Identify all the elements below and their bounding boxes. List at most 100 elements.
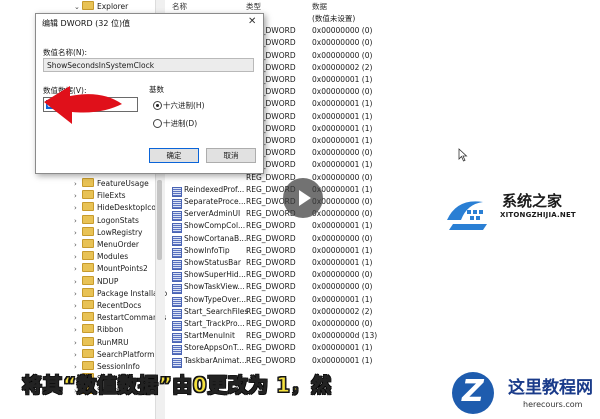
row-data: 0x00000001 (1) — [312, 160, 373, 170]
tree-item-explorer[interactable]: ⌄ Explorer — [74, 1, 128, 13]
chevron-down-icon[interactable]: ⌄ — [74, 1, 80, 13]
chevron-right-icon[interactable]: › — [74, 215, 80, 227]
tree-item-label: FileExts — [97, 191, 126, 201]
row-name: ReindexedProf... — [184, 184, 245, 194]
folder-icon — [82, 300, 94, 309]
table-row[interactable]: Start_TrackPro... REG_DWORD 0x00000000 (0) — [172, 318, 372, 331]
chevron-right-icon[interactable]: › — [74, 251, 80, 263]
tree-item[interactable]: › MountPoints2 — [74, 263, 148, 275]
chevron-right-icon[interactable]: › — [74, 324, 80, 336]
play-button-icon[interactable] — [283, 178, 323, 218]
chevron-right-icon[interactable]: › — [74, 300, 80, 312]
table-row[interactable]: ShowStatusBar REG_DWORD 0x00000001 (1) — [172, 257, 372, 270]
hex-label: 十六进制(H) — [163, 101, 205, 110]
tree-item[interactable]: › RestartCommands — [74, 312, 166, 324]
tree-item[interactable]: › FileExts — [74, 190, 126, 202]
header-name[interactable]: 名称 — [172, 1, 187, 12]
row-name: ShowTypeOver... — [184, 294, 246, 304]
table-row[interactable]: ServerAdminUI REG_DWORD 0x00000000 (0) — [172, 208, 372, 222]
folder-icon — [82, 178, 94, 187]
row-type: REG_DWORD — [246, 294, 296, 304]
chevron-right-icon[interactable]: › — [74, 263, 80, 275]
chevron-right-icon[interactable]: › — [74, 227, 80, 239]
row-data: 0x0000000d (13) — [312, 331, 378, 341]
table-row[interactable]: ShowTaskView... REG_DWORD 0x00000000 (0) — [172, 281, 372, 295]
folder-icon — [82, 348, 94, 358]
row-data: 0x00000000 (0) — [312, 319, 373, 328]
folder-icon — [82, 202, 94, 212]
row-name: StoreAppsOnT... — [184, 343, 244, 353]
row-data: 0x00000001 (1) — [312, 111, 373, 121]
value-name-field[interactable]: ShowSecondsInSystemClock — [43, 58, 254, 72]
row-type: REG_DWORD — [246, 270, 296, 280]
row-data: 0x00000001 (1) — [312, 245, 373, 255]
chevron-right-icon[interactable]: › — [74, 288, 80, 300]
tree-item[interactable]: › LowRegistry — [74, 226, 142, 239]
tree-item[interactable]: › RunMRU — [74, 336, 129, 349]
tree-item[interactable]: › SearchPlatform — [74, 348, 154, 361]
row-type: REG_DWORD — [246, 221, 296, 231]
tree-item[interactable]: › Package Installatio — [74, 287, 167, 300]
dec-radio[interactable] — [153, 119, 162, 128]
table-row[interactable]: ShowCortanaB... REG_DWORD 0x00000000 (0) — [172, 233, 372, 246]
tree-item[interactable]: › MenuOrder — [74, 239, 139, 251]
folder-icon — [82, 275, 94, 285]
row-name: ShowCompCol... — [184, 221, 246, 231]
tree-item-label: NDUP — [97, 276, 119, 286]
tree-item[interactable]: › RecentDocs — [74, 300, 141, 312]
table-row[interactable]: ShowInfoTip REG_DWORD 0x00000001 (1) — [172, 245, 372, 258]
chevron-right-icon[interactable]: › — [74, 190, 80, 202]
chevron-right-icon[interactable]: › — [74, 312, 80, 324]
reg-dword-icon — [172, 357, 182, 368]
row-type: REG_DWORD — [246, 233, 296, 243]
header-type[interactable]: 类型 — [246, 1, 261, 12]
tree-item[interactable]: › FeatureUsage — [74, 178, 149, 190]
row-data: 0x00000001 (1) — [312, 294, 373, 304]
chevron-right-icon[interactable]: › — [74, 337, 80, 349]
table-row[interactable]: ShowSuperHid... REG_DWORD 0x00000000 (0) — [172, 269, 372, 283]
tree-item[interactable]: › LogonStats — [74, 214, 139, 227]
watermark-site-url: XITONGZHIJIA.NET — [500, 211, 576, 219]
table-row[interactable]: Start_SearchFiles REG_DWORD 0x00000002 (2) — [172, 306, 372, 319]
hex-radio[interactable] — [153, 101, 162, 110]
table-row[interactable]: StoreAppsOnT... REG_DWORD 0x00000001 (1) — [172, 342, 372, 356]
cancel-button[interactable]: 取消 — [206, 148, 256, 163]
row-data: 0x00000000 (0) — [312, 87, 373, 97]
chevron-right-icon[interactable]: › — [74, 202, 80, 214]
table-row[interactable]: TaskbarAnimat... REG_DWORD 0x00000001 (1) — [172, 355, 372, 368]
row-name: Start_TrackPro... — [184, 319, 245, 328]
table-row[interactable]: ReindexedProf... REG_DWORD 0x00000001 (1) — [172, 184, 372, 197]
tree-item[interactable]: › HideDesktopIcons — [74, 202, 165, 214]
watermark-brand-url: herecours.com — [523, 400, 583, 409]
row-name: TaskbarAnimat... — [184, 355, 247, 365]
chevron-right-icon[interactable]: › — [74, 178, 80, 190]
tree-item[interactable]: › NDUP — [74, 275, 119, 288]
tree-scrollbar-thumb[interactable] — [157, 180, 162, 260]
table-row[interactable]: StartMenuInit REG_DWORD 0x0000000d (13) — [172, 330, 377, 344]
row-data: 0x00000000 (0) — [312, 148, 373, 158]
header-data[interactable]: 数据 — [312, 1, 327, 12]
folder-icon — [82, 324, 94, 334]
table-row[interactable]: ShowTypeOver... REG_DWORD 0x00000001 (1) — [172, 294, 372, 307]
tree-item-label: RecentDocs — [97, 301, 142, 310]
row-type: REG_DWORD — [246, 355, 296, 365]
chevron-right-icon[interactable]: › — [74, 349, 80, 361]
row-type: REG_DWORD — [246, 319, 296, 328]
close-icon[interactable]: ✕ — [248, 16, 256, 27]
row-data: 0x00000002 (2) — [312, 62, 373, 72]
tree-item[interactable]: › Modules — [74, 251, 128, 263]
tree-item[interactable]: › Ribbon — [74, 324, 123, 336]
row-data: 0x00000001 (1) — [312, 221, 373, 231]
row-data: 0x00000001 (1) — [312, 99, 373, 109]
folder-icon — [82, 1, 94, 10]
row-data: 0x00000001 (1) — [312, 136, 373, 145]
watermark-brand-name: 这里教程网 — [508, 378, 593, 398]
table-row[interactable]: ShowCompCol... REG_DWORD 0x00000001 (1) — [172, 220, 372, 234]
table-row[interactable]: SeparateProce... REG_DWORD 0x00000000 (0) — [172, 196, 372, 209]
folder-icon — [82, 251, 94, 261]
chevron-right-icon[interactable]: › — [74, 276, 80, 288]
row-name: Start_SearchFiles — [184, 306, 248, 316]
ok-button[interactable]: 确定 — [149, 148, 199, 163]
chevron-right-icon[interactable]: › — [74, 239, 80, 251]
folder-icon — [82, 312, 94, 322]
